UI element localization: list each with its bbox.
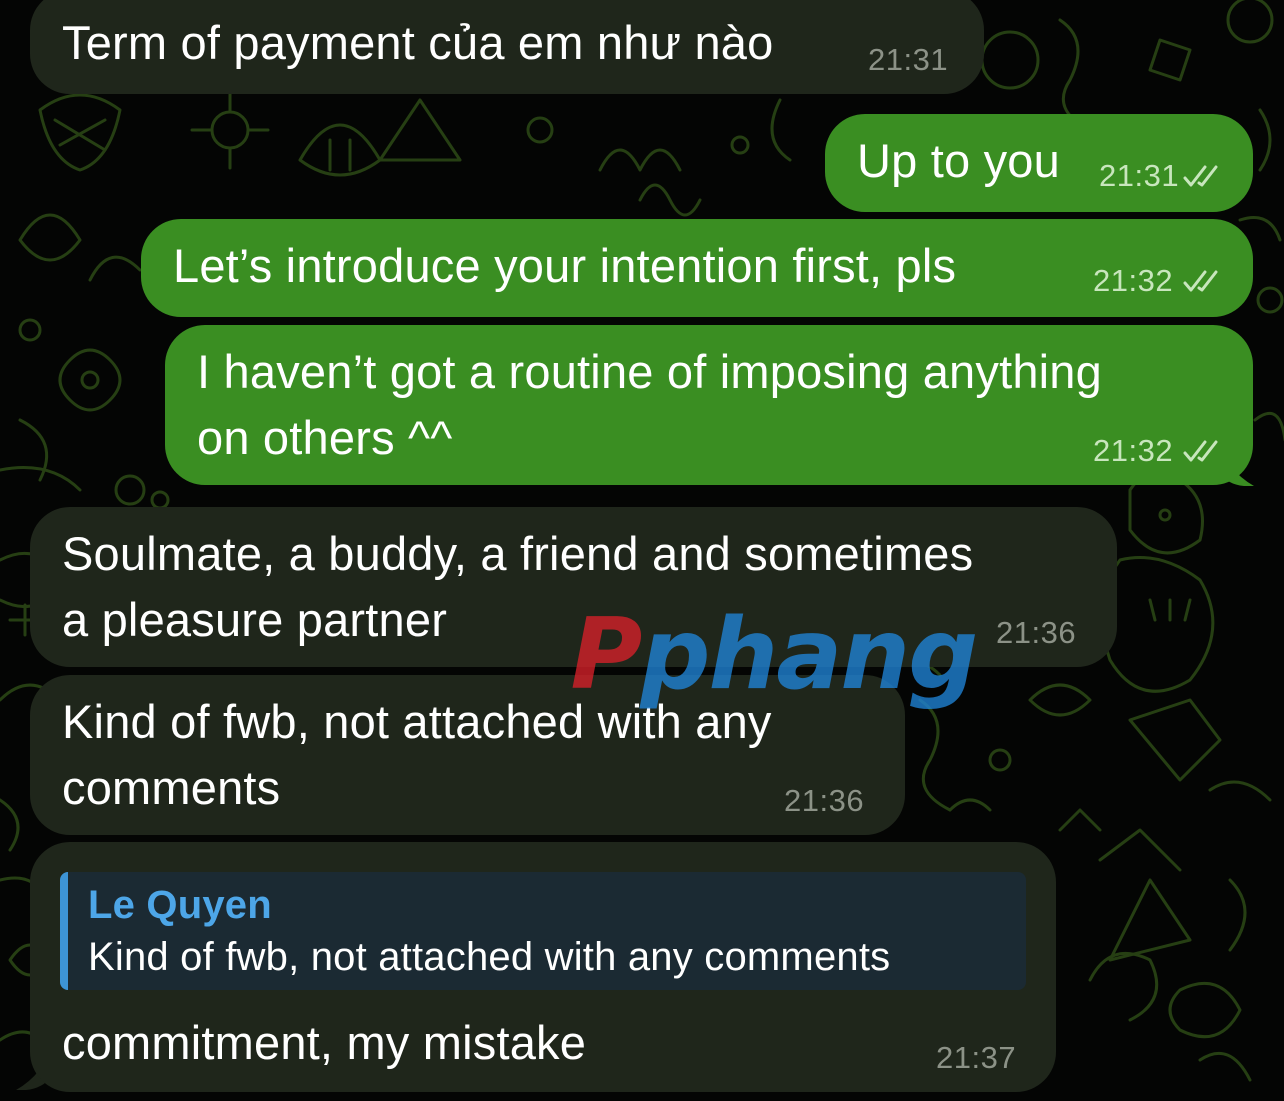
double-check-icon: [1183, 440, 1218, 462]
message-time: 21:32: [1093, 263, 1174, 298]
message-text: commitment, my mistake: [62, 1016, 587, 1069]
message-bubble-incoming[interactable]: Le Quyen Kind of fwb, not attached with …: [30, 842, 1056, 1092]
message-text: Term of payment của em như nào: [62, 16, 774, 69]
reply-author: Le Quyen: [88, 883, 272, 927]
message-time: 21:36: [996, 615, 1077, 650]
chat-screen: Term of payment của em như nào 21:31 Up …: [0, 0, 1284, 1101]
double-check-icon: [1183, 270, 1218, 292]
message-bubble-outgoing[interactable]: I haven’t got a routine of imposing anyt…: [165, 325, 1253, 485]
message-time: 21:36: [784, 783, 865, 818]
message-time: 21:31: [1099, 158, 1180, 193]
double-check-icon: [1183, 165, 1218, 187]
message-text-line: Soulmate, a buddy, a friend and sometime…: [62, 527, 974, 580]
message-text-line: comments: [62, 761, 281, 814]
message-text-line: I haven’t got a routine of imposing anyt…: [197, 345, 1102, 398]
message-time: 21:32: [1093, 433, 1174, 468]
message-time: 21:31: [868, 42, 949, 77]
message-text-line: a pleasure partner: [62, 593, 448, 646]
message-bubble-outgoing[interactable]: Let’s introduce your intention first, pl…: [141, 219, 1253, 317]
message-bubble-incoming[interactable]: Soulmate, a buddy, a friend and sometime…: [30, 507, 1117, 667]
message-time: 21:37: [936, 1040, 1017, 1075]
message-bubble-incoming[interactable]: Kind of fwb, not attached with any comme…: [30, 675, 905, 835]
message-bubble-outgoing[interactable]: Up to you 21:31: [825, 114, 1253, 212]
message-text-line: on others ^^: [197, 411, 453, 464]
reply-preview[interactable]: Le Quyen Kind of fwb, not attached with …: [60, 872, 1026, 990]
message-bubble-incoming[interactable]: Term of payment của em như nào 21:31: [30, 0, 984, 94]
message-text: Up to you: [857, 134, 1060, 187]
message-text-line: Kind of fwb, not attached with any: [62, 695, 772, 748]
reply-accent-bar: [60, 872, 68, 990]
message-text: Let’s introduce your intention first, pl…: [173, 239, 957, 292]
reply-quoted-text: Kind of fwb, not attached with any comme…: [88, 935, 891, 979]
